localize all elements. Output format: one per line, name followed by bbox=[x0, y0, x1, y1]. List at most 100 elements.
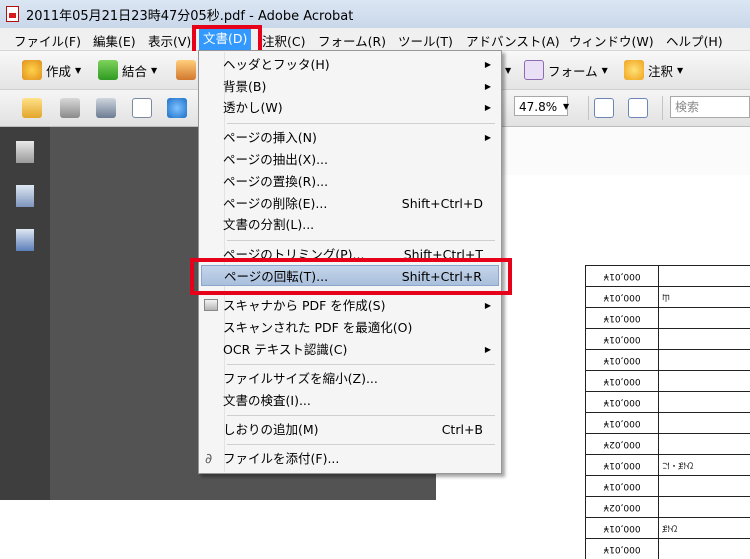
amount-cell: 000,01¥ bbox=[585, 518, 659, 538]
note-cell bbox=[658, 350, 750, 370]
print-icon[interactable] bbox=[60, 98, 80, 118]
note-cell bbox=[658, 434, 750, 454]
amount-cell: 000,02¥ bbox=[585, 434, 659, 454]
menu-item-label: しおりの追加(M) bbox=[223, 422, 319, 437]
menu-separator bbox=[227, 123, 495, 124]
comment-label: 注釈 bbox=[648, 63, 674, 79]
menu-item-label: ページの削除(E)... bbox=[223, 196, 328, 211]
menu-item-label: 文書の分割(L)... bbox=[223, 217, 315, 232]
menu-item-insert-pages[interactable]: ページの挿入(N) ▶ bbox=[201, 127, 499, 148]
menu-separator bbox=[227, 444, 495, 445]
forms-label: フォーム bbox=[548, 63, 598, 79]
submenu-arrow-icon: ▶ bbox=[484, 301, 491, 310]
menu-advanced[interactable]: アドバンスト(A) bbox=[466, 31, 560, 50]
table-row: 000,01¥ bbox=[585, 391, 750, 412]
menu-view[interactable]: 表示(V) bbox=[148, 31, 191, 50]
submenu-arrow-icon: ▶ bbox=[484, 133, 491, 142]
menu-item-add-bookmark[interactable]: しおりの追加(M) Ctrl+B bbox=[201, 419, 499, 440]
dropdown-caret-icon: ▼ bbox=[677, 65, 684, 75]
fit-page-icon[interactable] bbox=[628, 98, 648, 118]
menu-forms[interactable]: フォーム(R) bbox=[318, 31, 386, 50]
previous-page-area bbox=[500, 127, 750, 175]
note-cell bbox=[658, 413, 750, 433]
menu-item-ocr[interactable]: OCR テキスト認識(C) ▶ bbox=[201, 339, 499, 360]
menu-file[interactable]: ファイル(F) bbox=[14, 31, 81, 50]
note-cell bbox=[658, 266, 750, 286]
amount-cell: 000,01¥ bbox=[585, 539, 659, 559]
menu-item-watermark[interactable]: 透かし(W) ▶ bbox=[201, 97, 499, 118]
menu-item-label: OCR テキスト認識(C) bbox=[223, 342, 348, 357]
table-row: 000,01¥ 山 bbox=[585, 286, 750, 307]
zoom-dropdown-icon[interactable]: ▼ bbox=[563, 102, 569, 111]
amount-cell: 000,01¥ bbox=[585, 413, 659, 433]
submenu-arrow-icon: ▶ bbox=[484, 345, 491, 354]
menu-item-label: ページの挿入(N) bbox=[223, 130, 317, 145]
menu-tools[interactable]: ツール(T) bbox=[398, 31, 453, 50]
collaborate-icon[interactable] bbox=[176, 60, 196, 80]
bookmarks-panel-icon[interactable] bbox=[16, 185, 34, 207]
menu-separator bbox=[227, 415, 495, 416]
menu-item-label: 文書の検査(I)... bbox=[223, 393, 311, 408]
menu-item-split-document[interactable]: 文書の分割(L)... bbox=[201, 214, 499, 235]
note-cell bbox=[658, 539, 750, 559]
menu-item-attach-file[interactable]: ∂ ファイルを添付(F)... bbox=[201, 448, 499, 469]
amount-cell: 000,02¥ bbox=[585, 497, 659, 517]
combine-button[interactable]: 結合 ▼ bbox=[98, 60, 157, 80]
note-cell bbox=[658, 371, 750, 391]
combine-icon bbox=[98, 60, 118, 80]
comment-button[interactable]: 注釈 ▼ bbox=[624, 60, 683, 80]
menu-item-delete-pages[interactable]: ページの削除(E)... Shift+Ctrl+D bbox=[201, 193, 499, 214]
menu-item-examine-document[interactable]: 文書の検査(I)... bbox=[201, 390, 499, 411]
submenu-arrow-icon: ▶ bbox=[484, 82, 491, 91]
save-icon[interactable] bbox=[96, 98, 116, 118]
menu-item-header-footer[interactable]: ヘッダとフッタ(H) ▶ bbox=[201, 54, 499, 75]
menu-item-create-from-scanner[interactable]: スキャナから PDF を作成(S) ▶ bbox=[201, 295, 499, 316]
note-cell bbox=[658, 497, 750, 517]
menu-item-optimize-scanned[interactable]: スキャンされた PDF を最適化(O) bbox=[201, 317, 499, 338]
note-cell bbox=[658, 476, 750, 496]
dropdown-caret-icon[interactable]: ▼ bbox=[505, 66, 511, 75]
rotated-document-table: 000,01¥ 000,01¥ 山 000,01¥ 000,01¥ 000,01¥ 000,… bbox=[585, 265, 750, 559]
pages-panel-icon[interactable] bbox=[16, 141, 34, 163]
dropdown-caret-icon: ▼ bbox=[601, 65, 608, 75]
create-button[interactable]: 作成 ▼ bbox=[22, 60, 81, 80]
dropdown-caret-icon: ▼ bbox=[75, 65, 82, 75]
submenu-arrow-icon: ▶ bbox=[484, 103, 491, 112]
search-input[interactable]: 検索 bbox=[670, 96, 750, 118]
menu-item-label: ページの抽出(X)... bbox=[223, 152, 328, 167]
note-cell bbox=[658, 329, 750, 349]
table-row: 000,01¥ bbox=[585, 538, 750, 559]
menu-item-extract-pages[interactable]: ページの抽出(X)... bbox=[201, 149, 499, 170]
note-cell: 山 bbox=[662, 293, 670, 302]
menu-item-label: スキャナから PDF を作成(S) bbox=[223, 298, 386, 313]
forms-button[interactable]: フォーム ▼ bbox=[524, 60, 608, 80]
menu-item-reduce-file-size[interactable]: ファイルサイズを縮小(Z)... bbox=[201, 368, 499, 389]
amount-cell: 000,01¥ bbox=[585, 371, 659, 391]
zoom-field[interactable]: 47.8% bbox=[514, 96, 568, 116]
comment-icon bbox=[624, 60, 644, 80]
email-icon[interactable] bbox=[132, 98, 152, 118]
scanner-icon bbox=[204, 299, 218, 311]
amount-cell: 000,01¥ bbox=[585, 329, 659, 349]
menu-item-background[interactable]: 背景(B) ▶ bbox=[201, 76, 499, 97]
menu-edit[interactable]: 編集(E) bbox=[93, 31, 136, 50]
fit-width-icon[interactable] bbox=[594, 98, 614, 118]
menu-help[interactable]: ヘルプ(H) bbox=[666, 31, 723, 50]
menu-item-label: ファイルを添付(F)... bbox=[223, 451, 340, 466]
menu-item-replace-pages[interactable]: ページの置換(R)... bbox=[201, 171, 499, 192]
table-row: 000,01¥ bbox=[585, 307, 750, 328]
menu-window[interactable]: ウィンドウ(W) bbox=[569, 31, 654, 50]
table-row: 000,01¥ bbox=[585, 475, 750, 496]
menu-comments[interactable]: 注釈(C) bbox=[262, 31, 305, 50]
table-row: 000,02¥ bbox=[585, 496, 750, 517]
amount-cell: 000,01¥ bbox=[585, 287, 659, 307]
open-folder-icon[interactable] bbox=[22, 98, 42, 118]
table-row: 000,01¥ ひぼ・に bbox=[585, 454, 750, 475]
signatures-panel-icon[interactable] bbox=[16, 229, 34, 251]
paperclip-icon: ∂ bbox=[205, 451, 213, 467]
note-cell: ひぼ bbox=[662, 524, 678, 533]
amount-cell: 000,01¥ bbox=[585, 392, 659, 412]
menu-item-label: ファイルサイズを縮小(Z)... bbox=[223, 371, 378, 386]
upload-globe-icon[interactable] bbox=[167, 98, 187, 118]
menu-item-label: ヘッダとフッタ(H) bbox=[223, 57, 330, 72]
